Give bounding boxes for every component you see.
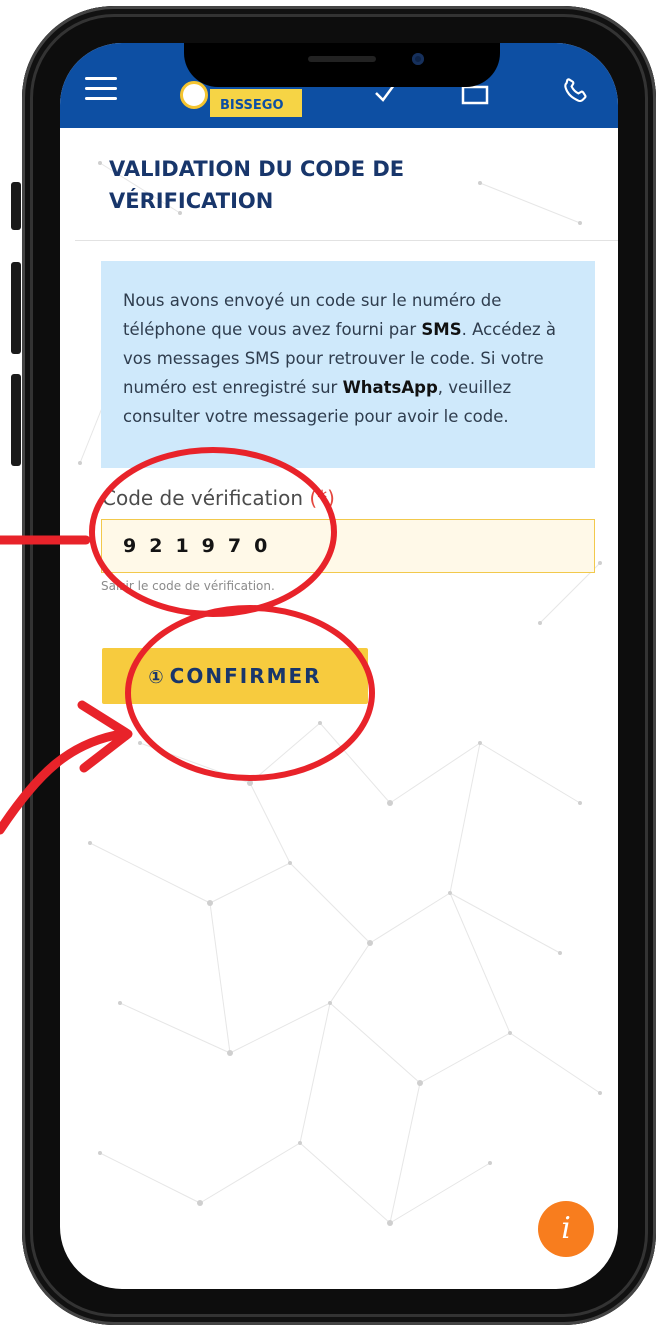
logo-text: BISSEGO — [210, 89, 302, 117]
code-help-text: Saisir le code de vérification. — [101, 579, 275, 593]
hamburger-menu-icon[interactable] — [85, 77, 117, 101]
info-icon[interactable]: i — [538, 1201, 594, 1257]
front-camera — [412, 53, 424, 65]
page-title: VALIDATION DU CODE DE VÉRIFICATION — [109, 157, 405, 213]
phone-notch — [184, 43, 500, 87]
phone-side-button — [11, 374, 21, 466]
logo-emblem-icon — [180, 81, 208, 109]
phone-screen: BISSEGO VALIDATION DU CODE DE VÉRIFICATI… — [60, 43, 618, 1289]
title-divider — [75, 240, 618, 241]
info-sms-highlight: SMS — [421, 320, 462, 339]
required-marker: (*) — [309, 486, 335, 510]
confirm-button-label: CONFIRMER — [169, 664, 322, 688]
confirm-circle-icon: ① — [148, 667, 164, 688]
phone-side-button — [11, 262, 21, 354]
phone-icon[interactable] — [558, 75, 592, 109]
info-message-box: Nous avons envoyé un code sur le numéro … — [101, 261, 595, 468]
speaker-grille — [308, 56, 376, 62]
verification-code-input[interactable]: 921970 — [101, 519, 595, 573]
phone-side-button — [11, 182, 21, 230]
confirm-button[interactable]: ① CONFIRMER — [102, 648, 368, 704]
info-whatsapp-highlight: WhatsApp — [342, 378, 438, 397]
code-field-label: Code de vérification (*) — [102, 486, 335, 510]
code-label-text: Code de vérification — [102, 486, 303, 510]
